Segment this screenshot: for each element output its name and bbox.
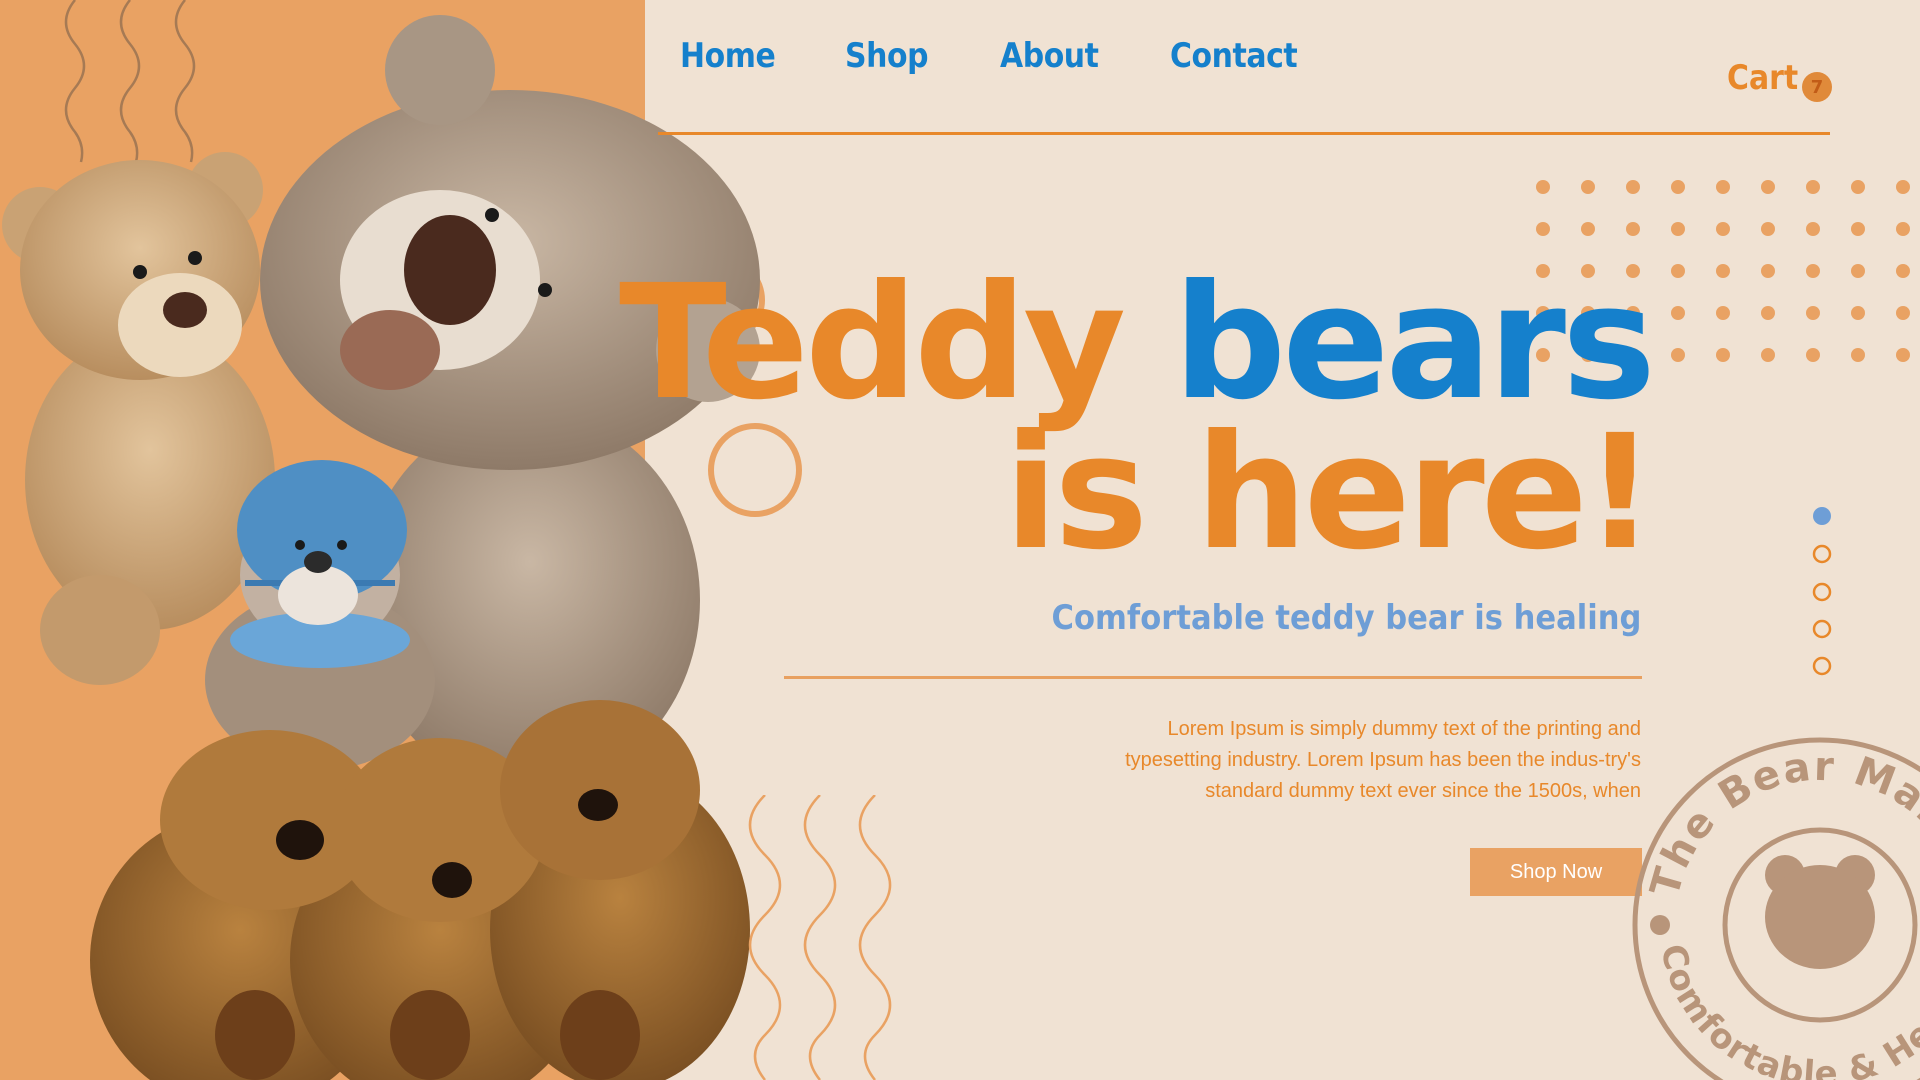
slider-pagination	[1812, 507, 1832, 676]
nav-home[interactable]: Home	[680, 36, 776, 76]
headline-line-1: Teddy bears	[619, 264, 1656, 422]
headline-line-2: is here!	[1004, 401, 1656, 585]
nav-about[interactable]: About	[1000, 36, 1099, 76]
slider-dot-3[interactable]	[1812, 582, 1832, 602]
bear-head-icon	[1765, 855, 1875, 969]
slider-dot-1[interactable]	[1813, 507, 1831, 525]
cart-count-badge: 7	[1802, 72, 1832, 102]
shop-now-button[interactable]: Shop Now	[1470, 848, 1642, 896]
slider-dot-4[interactable]	[1812, 619, 1832, 639]
brown-bears-trio	[90, 700, 750, 1080]
cart-link[interactable]: Cart 7	[1727, 58, 1832, 102]
nav-shop[interactable]: Shop	[845, 36, 929, 76]
cart-label: Cart	[1727, 58, 1799, 98]
slider-dot-5[interactable]	[1812, 656, 1832, 676]
nav-contact[interactable]: Contact	[1170, 36, 1298, 76]
content-divider	[784, 676, 1642, 679]
hero-subtitle: Comfortable teddy bear is healing	[1051, 598, 1641, 638]
squiggle-decoration-bottom	[748, 795, 892, 1080]
bear-market-stamp: The Bear Market Comfortable & Healing	[1620, 725, 1920, 1080]
tan-bear	[2, 152, 275, 685]
hero-body-text: Lorem Ipsum is simply dummy text of the …	[1125, 718, 1641, 802]
slider-dot-2[interactable]	[1812, 544, 1832, 564]
nav-divider	[658, 132, 1830, 135]
hero-headline: Teddy bears is here!	[619, 264, 1656, 585]
